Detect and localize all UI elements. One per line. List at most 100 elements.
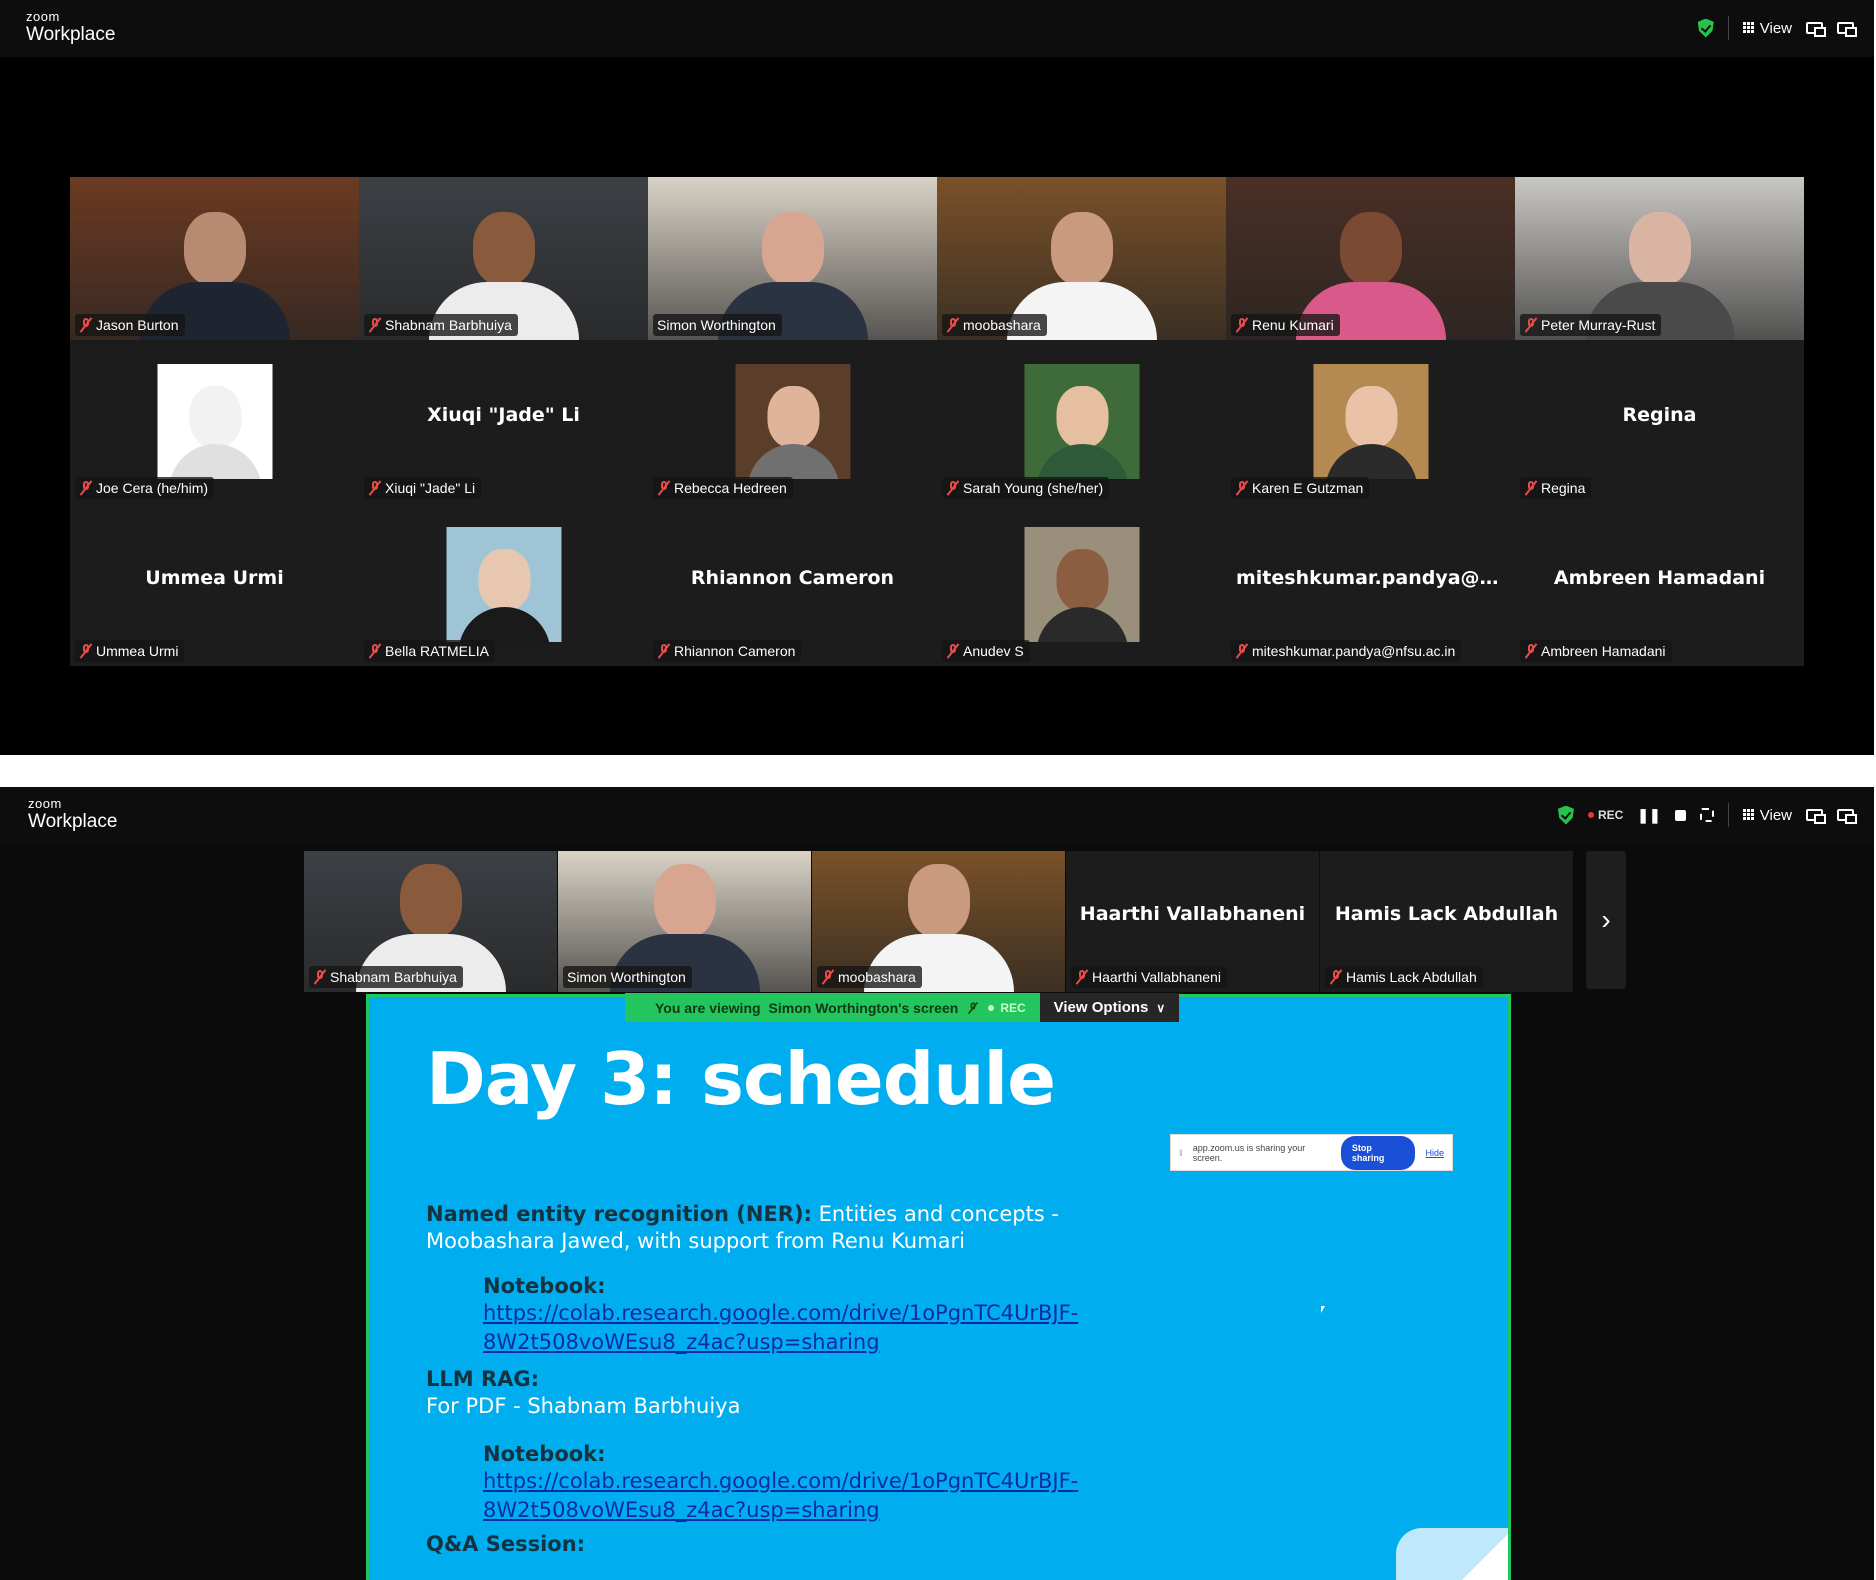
participant-tile[interactable]: Xiuqi "Jade" Li Xiuqi "Jade" Li — [359, 340, 648, 503]
profile-picture — [735, 364, 850, 479]
muted-mic-icon — [79, 480, 93, 496]
participant-tile[interactable]: Bella RATMELIA — [359, 503, 648, 666]
participant-tile[interactable]: Anudev S — [937, 503, 1226, 666]
participant-tile[interactable]: Ummea Urmi Ummea Urmi — [70, 503, 359, 666]
next-page-button[interactable]: › — [1586, 851, 1626, 989]
head — [183, 212, 246, 286]
profile-picture — [1313, 364, 1428, 479]
participant-tile[interactable]: Karen E Gutzman — [1226, 340, 1515, 503]
participant-name: Shabnam Barbhuiya — [385, 317, 512, 333]
body — [1036, 607, 1128, 642]
minimize-window-icon[interactable] — [1837, 809, 1857, 824]
participant-tile[interactable]: Shabnam Barbhuiya — [304, 851, 557, 992]
name-tag: Regina — [1520, 477, 1592, 499]
pause-recording-icon[interactable]: ❚❚ — [1637, 807, 1660, 824]
head — [1056, 386, 1108, 448]
participant-name: Simon Worthington — [657, 317, 776, 333]
muted-mic-icon — [368, 480, 382, 496]
participant-tile[interactable]: Sarah Young (she/her) — [937, 340, 1226, 503]
participant-tile[interactable]: miteshkumar.pandya@nfsu.... miteshkumar.p… — [1226, 503, 1515, 666]
muted-mic-icon — [1235, 643, 1249, 659]
recording-controls: REC ❚❚ — [1588, 807, 1714, 824]
notebook-link-1[interactable]: https://colab.research.google.com/drive/… — [483, 1300, 1078, 1358]
participant-tile[interactable]: Renu Kumari — [1226, 177, 1515, 340]
muted-mic-icon — [946, 480, 960, 496]
share-screen-icon[interactable] — [1806, 809, 1826, 824]
view-options-button[interactable]: View Options ∨ — [1039, 993, 1180, 1022]
focus-mode-icon[interactable] — [1699, 808, 1714, 822]
participant-display-name: Xiuqi "Jade" Li — [427, 403, 580, 426]
name-tag: moobashara — [942, 314, 1047, 336]
stop-sharing-button[interactable]: Stop sharing — [1340, 1135, 1416, 1170]
head — [1345, 386, 1397, 448]
notebook-label: Notebook: — [483, 1274, 606, 1298]
name-tag: Rhiannon Cameron — [653, 640, 802, 662]
hide-link[interactable]: Hide — [1425, 1148, 1444, 1158]
qa-session-label: Q&A Session: — [426, 1532, 586, 1556]
participant-name: Rhiannon Cameron — [674, 643, 796, 659]
participant-name: Regina — [1541, 480, 1586, 496]
participant-tile[interactable]: Simon Worthington — [648, 177, 937, 340]
head — [189, 386, 241, 448]
participant-tile[interactable]: moobashara — [812, 851, 1065, 992]
participant-name: Haarthi Vallabhaneni — [1092, 969, 1221, 985]
minimize-window-icon[interactable] — [1837, 22, 1857, 37]
profile-picture — [1024, 527, 1139, 642]
participant-display-name: Regina — [1622, 403, 1697, 426]
head — [767, 386, 819, 448]
participant-tile[interactable]: Regina Regina — [1515, 340, 1804, 503]
head — [653, 864, 716, 938]
stop-recording-icon[interactable] — [1674, 809, 1686, 821]
participant-name: Karen E Gutzman — [1252, 480, 1364, 496]
name-tag: Rebecca Hedreen — [653, 477, 793, 499]
participant-name: Rebecca Hedreen — [674, 480, 787, 496]
view-button[interactable]: View — [1742, 20, 1792, 37]
share-screen-icon[interactable] — [1806, 22, 1826, 37]
participant-name: Renu Kumari — [1252, 317, 1334, 333]
encryption-shield-icon[interactable] — [1697, 18, 1714, 38]
participant-tile[interactable]: Shabnam Barbhuiya — [359, 177, 648, 340]
head — [1628, 212, 1691, 286]
participant-tile[interactable]: Rhiannon Cameron Rhiannon Cameron — [648, 503, 937, 666]
participant-tile[interactable]: Joe Cera (he/him) — [70, 340, 359, 503]
body — [1325, 444, 1417, 479]
participant-tile[interactable]: Haarthi Vallabhaneni Haarthi Vallabhaneni — [1066, 851, 1319, 992]
participant-tile[interactable]: moobashara — [937, 177, 1226, 340]
participant-strip: Shabnam Barbhuiya Simon Worthington moobas… — [304, 851, 1626, 992]
body — [169, 444, 261, 479]
name-tag: moobashara — [817, 966, 922, 988]
llm-rag-label: LLM RAG: — [426, 1367, 540, 1391]
muted-mic-icon — [1235, 317, 1249, 333]
name-tag: Anudev S — [942, 640, 1030, 662]
participant-tile[interactable]: Jason Burton — [70, 177, 359, 340]
encryption-shield-icon[interactable] — [1557, 805, 1574, 825]
participant-tile[interactable]: Simon Worthington — [558, 851, 811, 992]
participant-name: Ambreen Hamadani — [1541, 643, 1666, 659]
notebook-link-2[interactable]: https://colab.research.google.com/drive/… — [483, 1468, 1078, 1526]
body — [458, 607, 550, 642]
muted-mic-icon — [821, 969, 835, 985]
grid-view-icon — [1742, 22, 1755, 34]
participant-tile[interactable]: Ambreen Hamadani Ambreen Hamadani — [1515, 503, 1804, 666]
participant-tile[interactable]: Rebecca Hedreen — [648, 340, 937, 503]
head — [1056, 549, 1108, 611]
toolbar-divider — [1727, 803, 1729, 827]
view-button[interactable]: View — [1742, 807, 1792, 824]
name-tag: Peter Murray-Rust — [1520, 314, 1662, 336]
name-tag: Joe Cera (he/him) — [75, 477, 215, 499]
participant-tile[interactable]: Hamis Lack Abdullah Hamis Lack Abdullah — [1320, 851, 1573, 992]
muted-mic-icon — [968, 1001, 979, 1014]
participant-name: Shabnam Barbhuiya — [330, 969, 457, 985]
name-tag: Sarah Young (she/her) — [942, 477, 1110, 499]
body — [1036, 444, 1128, 479]
participant-name: moobashara — [838, 969, 916, 985]
name-tag: Shabnam Barbhuiya — [364, 314, 518, 336]
muted-mic-icon — [79, 643, 93, 659]
participant-name: moobashara — [963, 317, 1041, 333]
title-bar: zoom Workplace REC ❚❚ View — [0, 787, 1874, 844]
drag-handle-icon[interactable]: ‖ — [1179, 1148, 1183, 1158]
head — [761, 212, 824, 286]
participant-tile[interactable]: Peter Murray-Rust — [1515, 177, 1804, 340]
name-tag: Renu Kumari — [1231, 314, 1340, 336]
participant-display-name: Ambreen Hamadani — [1553, 566, 1766, 589]
